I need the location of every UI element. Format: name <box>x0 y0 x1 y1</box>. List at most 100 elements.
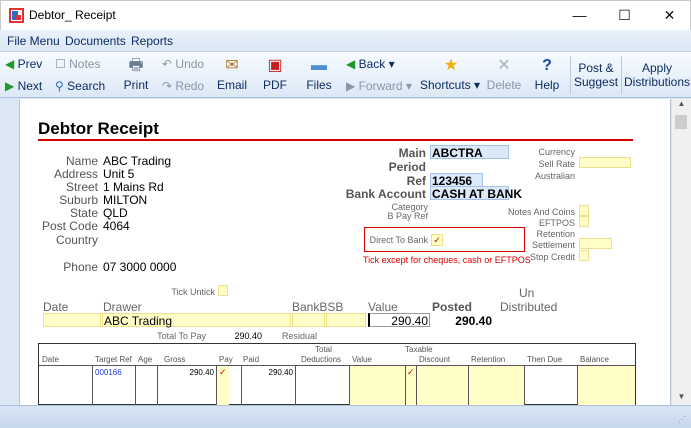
suburb-value[interactable]: MILTON <box>103 193 147 207</box>
name-label: Name <box>65 154 98 168</box>
address-label: Address <box>53 167 98 181</box>
bpay-label: B Pay Ref <box>387 211 428 221</box>
settlement-label: Settlement <box>531 240 575 250</box>
stop-credit-label: Stop Credit <box>529 252 575 262</box>
street-value[interactable]: 1 Mains Rd <box>103 180 164 194</box>
window-title: Debtor_ Receipt <box>29 8 116 22</box>
scroll-up-icon[interactable]: ▲ <box>672 99 691 112</box>
grid-cell-age[interactable] <box>135 366 157 405</box>
grid-header-target-ref: Target Ref <box>95 355 132 364</box>
row-posted: 290.40 <box>455 314 492 328</box>
maximize-button[interactable]: ☐ <box>602 1 647 31</box>
scroll-thumb[interactable] <box>675 115 687 129</box>
row-date-field[interactable] <box>43 313 101 327</box>
back-button[interactable]: ◀ Back ▾ <box>346 57 395 71</box>
eftpos-label: EFTPOS <box>538 218 575 228</box>
col-date: Date <box>43 300 69 314</box>
grid-header-pay: Pay <box>219 355 233 364</box>
currency-label: Currency <box>538 147 575 157</box>
grid-cell-retention[interactable] <box>468 366 524 405</box>
address-value[interactable]: Unit 5 <box>103 167 134 181</box>
menu-documents[interactable]: Documents <box>65 34 126 48</box>
grid-header-then-due: Then Due <box>527 355 563 364</box>
debtor-receipt-form: Debtor Receipt Name ABC Trading Address … <box>19 99 671 405</box>
back-icon: ◀ <box>346 57 356 71</box>
redo-button[interactable]: ↷ Redo <box>162 79 204 93</box>
row-bsb-field[interactable] <box>326 313 366 327</box>
print-button[interactable]: 🖶 Print <box>116 56 156 92</box>
sell-rate-field[interactable] <box>579 157 631 168</box>
period-label: Period <box>388 160 426 174</box>
prev-button[interactable]: ◀ Prev <box>5 57 42 71</box>
shortcuts-button[interactable]: ★ Shortcuts ▾ <box>420 56 482 92</box>
tick-untick-checkbox[interactable] <box>218 285 228 296</box>
status-bar: ⋰ <box>0 405 691 428</box>
minimize-button[interactable]: — <box>557 1 602 31</box>
notes-coins-field[interactable] <box>579 205 589 216</box>
apply-distributions-button[interactable]: Apply Distributions <box>624 61 690 89</box>
menu-file[interactable]: File Menu <box>7 34 60 48</box>
grid-cell-deductions[interactable] <box>295 366 349 405</box>
delete-button[interactable]: ✕ Delete <box>484 56 524 92</box>
grid-header-taxable: Taxable <box>405 345 433 354</box>
grid-cell-taxable[interactable]: ✓ <box>405 366 416 405</box>
col-un: Un <box>519 286 535 300</box>
post-suggest-button[interactable]: Post & Suggest <box>574 61 618 89</box>
vertical-scrollbar[interactable]: ▲ ▼ <box>672 99 691 405</box>
grid-header-date: Date <box>42 355 59 364</box>
grid-cell-paid[interactable]: 290.40 <box>241 366 295 405</box>
col-drawer: Drawer <box>103 300 142 314</box>
row-bank-field[interactable] <box>292 313 325 327</box>
notes-icon: ☐ <box>55 57 66 71</box>
grid-cell-pay[interactable]: ✓ <box>216 366 229 405</box>
undo-button[interactable]: ↶ Undo <box>162 57 204 71</box>
eftpos-field[interactable] <box>579 216 589 227</box>
phone-label: Phone <box>63 260 98 274</box>
pdf-icon: ▣ <box>267 57 283 74</box>
target-ref-link[interactable]: 000166 <box>95 368 122 377</box>
menu-bar: File Menu Documents Reports <box>0 30 691 52</box>
retention-label: Retention <box>536 229 575 239</box>
search-button[interactable]: ⚲ Search <box>55 79 105 93</box>
settlement-field[interactable] <box>579 238 612 249</box>
grid-cell-balance[interactable] <box>577 366 635 405</box>
menu-reports[interactable]: Reports <box>131 34 173 48</box>
total-to-pay-value: 290.40 <box>234 331 262 341</box>
app-icon <box>9 8 24 23</box>
name-value[interactable]: ABC Trading <box>103 154 171 168</box>
state-label: State <box>69 206 98 220</box>
postcode-value[interactable]: 4064 <box>103 219 130 233</box>
grid-cell-discount[interactable] <box>416 366 468 405</box>
phone-value[interactable]: 07 3000 0000 <box>103 260 176 274</box>
grid-header-age: Age <box>138 355 153 364</box>
email-button[interactable]: ✉ Email <box>212 56 252 92</box>
grid-cell-value[interactable] <box>349 366 405 405</box>
form-heading: Debtor Receipt <box>38 119 159 138</box>
scroll-down-icon[interactable]: ▼ <box>672 392 691 405</box>
next-button[interactable]: ▶ Next <box>5 79 42 93</box>
currency-value: Australian <box>534 171 575 181</box>
grid-cell-gross[interactable]: 290.40 <box>157 366 216 405</box>
state-value[interactable]: QLD <box>103 206 128 220</box>
grid-cell-target-ref[interactable]: 000166 <box>92 366 135 405</box>
postcode-label: Post Code <box>41 219 98 233</box>
stop-credit-field[interactable] <box>579 250 589 261</box>
toolbar-separator-2 <box>621 56 622 94</box>
col-bankbsb: BankBSB <box>292 300 344 314</box>
direct-to-bank-checkbox[interactable]: ✓ <box>431 234 443 246</box>
taxable-tick-icon: ✓ <box>407 367 415 377</box>
col-distributed: Distributed <box>500 300 558 314</box>
grid-cell-then-due[interactable] <box>524 366 577 405</box>
search-icon: ⚲ <box>55 79 64 93</box>
help-button[interactable]: ? Help <box>527 56 567 92</box>
close-button[interactable]: ✕ <box>647 1 691 31</box>
pdf-button[interactable]: ▣ PDF <box>255 56 295 92</box>
forward-button[interactable]: ▶ Forward ▾ <box>346 79 412 93</box>
printer-icon: 🖶 <box>128 57 144 74</box>
resize-grip-icon[interactable]: ⋰ <box>678 415 688 425</box>
notes-button[interactable]: ☐ Notes <box>55 57 100 71</box>
gross-value: 290.40 <box>189 368 214 377</box>
files-button[interactable]: ▬ Files <box>299 56 339 92</box>
grid-header-discount: Discount <box>419 355 451 364</box>
grid-header-retention: Retention <box>471 355 506 364</box>
